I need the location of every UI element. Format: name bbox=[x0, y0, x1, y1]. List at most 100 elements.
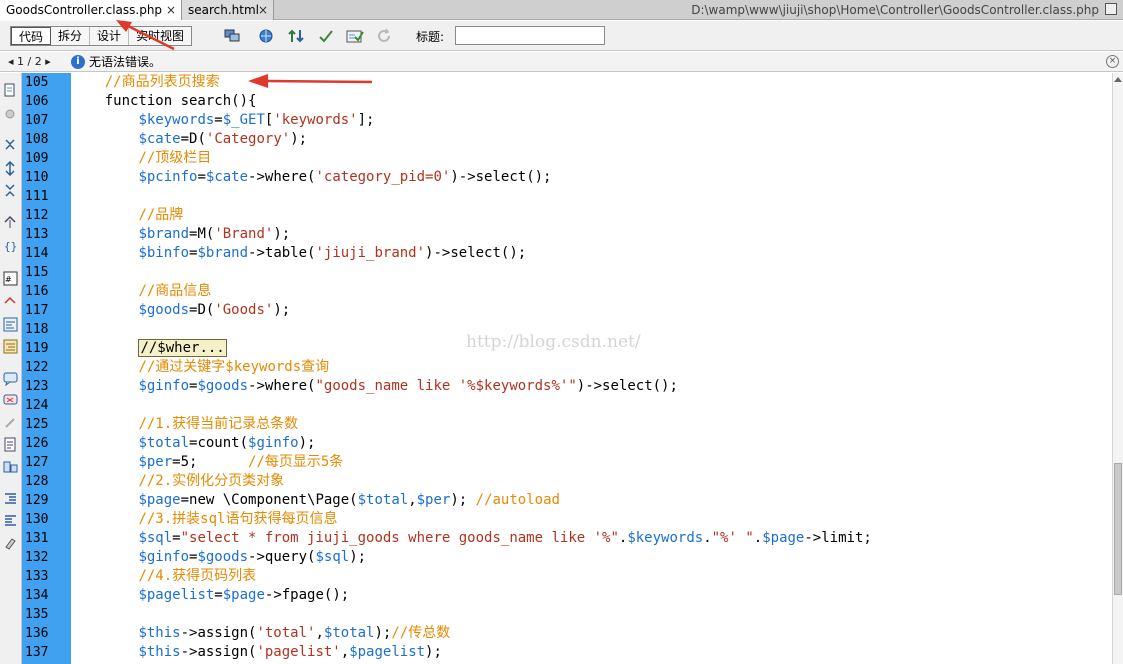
scrollbar-thumb[interactable] bbox=[1114, 463, 1122, 595]
code-line[interactable]: //通过关键字$keywords查询 bbox=[71, 358, 329, 377]
code-line[interactable]: //顶级栏目 bbox=[71, 149, 211, 168]
split-view-button[interactable]: 拆分 bbox=[51, 27, 91, 45]
code-line[interactable]: $brand=M('Brand'); bbox=[71, 225, 290, 244]
syntax-coloring-icon[interactable] bbox=[3, 317, 18, 332]
code-line[interactable]: $ginfo=$goods->where("goods_name like '%… bbox=[71, 377, 677, 396]
highlight-invalid-code-icon[interactable] bbox=[3, 295, 18, 310]
code-view-button[interactable]: 代码 bbox=[11, 27, 52, 45]
code-line[interactable]: $cate=D('Category'); bbox=[71, 130, 307, 149]
expand-all-icon[interactable] bbox=[3, 183, 18, 198]
move-css-icon[interactable] bbox=[3, 459, 18, 474]
multiscreen-icon[interactable] bbox=[224, 28, 242, 44]
restore-window-icon[interactable] bbox=[1105, 3, 1117, 15]
recent-snippets-icon[interactable] bbox=[3, 437, 18, 452]
line-number: 127 bbox=[25, 455, 49, 470]
code-line[interactable]: $per=5; //每页显示5条 bbox=[71, 453, 343, 472]
line-number: 126 bbox=[25, 436, 49, 451]
code-line[interactable]: $keywords=$_GET['keywords']; bbox=[71, 111, 374, 130]
wrap-tag-icon[interactable] bbox=[3, 415, 18, 430]
line-number: 137 bbox=[25, 645, 49, 660]
document-tab-bar: GoodsController.class.php × search.html … bbox=[0, 0, 1123, 20]
select-parent-tag-icon[interactable] bbox=[3, 215, 18, 230]
code-line[interactable]: $sql="select * from jiuji_goods where go… bbox=[71, 529, 871, 548]
line-number: 136 bbox=[25, 626, 49, 641]
open-documents-icon[interactable] bbox=[3, 83, 18, 98]
code-line[interactable]: //商品信息 bbox=[71, 282, 211, 301]
title-label: 标题: bbox=[416, 30, 445, 44]
scroll-up-arrow-icon[interactable] bbox=[1114, 77, 1122, 82]
code-line[interactable]: //$wher... bbox=[71, 339, 227, 358]
refresh-icon[interactable] bbox=[376, 28, 394, 44]
info-bar: ◂ 1 / 2 ▸ i 无语法错误。 × bbox=[0, 52, 1123, 72]
line-number: 131 bbox=[25, 531, 49, 546]
outdent-code-icon[interactable] bbox=[3, 513, 18, 528]
code-line[interactable]: $goods=D('Goods'); bbox=[71, 301, 290, 320]
collapse-full-tag-icon[interactable] bbox=[3, 137, 18, 152]
line-number: 125 bbox=[25, 417, 49, 432]
line-number: 118 bbox=[25, 322, 49, 337]
code-line[interactable]: $ginfo=$goods->query($sql); bbox=[71, 548, 366, 567]
code-line[interactable]: //2.实例化分页类对象 bbox=[71, 472, 284, 491]
vertical-scrollbar[interactable] bbox=[1112, 73, 1123, 664]
line-number: 113 bbox=[25, 227, 49, 242]
red-arrow-icon bbox=[116, 20, 175, 51]
svg-text:#: # bbox=[5, 275, 12, 284]
code-line[interactable]: //3.拼装sql语句获得每页信息 bbox=[71, 510, 337, 529]
indent-code-icon[interactable] bbox=[3, 491, 18, 506]
line-number: 105 bbox=[25, 75, 49, 90]
code-line[interactable]: function search(){ bbox=[71, 92, 257, 111]
line-number: 114 bbox=[25, 246, 49, 261]
check-page-icon[interactable] bbox=[346, 28, 364, 44]
line-number: 112 bbox=[25, 208, 49, 223]
line-number: 107 bbox=[25, 113, 49, 128]
line-number: 116 bbox=[25, 284, 49, 299]
code-editor[interactable]: //商品列表页搜索 function search(){ $keywords=$… bbox=[71, 73, 1112, 664]
tab-close-icon[interactable]: × bbox=[166, 0, 176, 20]
remove-comment-icon[interactable] bbox=[3, 393, 18, 408]
code-line[interactable]: //4.获得页码列表 bbox=[71, 567, 256, 586]
file-management-icon[interactable] bbox=[288, 28, 306, 44]
preview-browser-icon[interactable] bbox=[258, 28, 276, 44]
code-line[interactable]: //品牌 bbox=[71, 206, 183, 225]
validate-icon[interactable] bbox=[318, 28, 336, 44]
code-line[interactable]: //商品列表页搜索 bbox=[71, 73, 220, 92]
collapse-selection-icon[interactable] bbox=[3, 161, 18, 176]
auto-indent-icon[interactable] bbox=[3, 339, 18, 354]
line-number: 111 bbox=[25, 189, 49, 204]
title-input[interactable] bbox=[455, 26, 605, 45]
tab-search-html[interactable]: search.html × bbox=[182, 0, 274, 20]
apply-comment-icon[interactable] bbox=[3, 371, 18, 386]
close-info-bar-icon[interactable]: × bbox=[1106, 55, 1119, 68]
code-line[interactable]: $pagelist=$page->fpage(); bbox=[71, 586, 349, 605]
code-line[interactable]: $this->assign('total',$total);//传总数 bbox=[71, 624, 450, 643]
code-line[interactable]: $page=new \Component\Page($total,$per); … bbox=[71, 491, 560, 510]
show-code-navigator-icon[interactable] bbox=[3, 107, 18, 122]
line-number: 134 bbox=[25, 588, 49, 603]
code-line[interactable]: //1.获得当前记录总条数 bbox=[71, 415, 298, 434]
tab-label: GoodsController.class.php bbox=[6, 3, 163, 17]
format-source-code-icon[interactable] bbox=[3, 535, 18, 550]
balance-braces-icon[interactable]: {} bbox=[3, 238, 18, 253]
info-icon: i bbox=[71, 55, 85, 69]
file-path: D:\wamp\www\jiuji\shop\Home\Controller\G… bbox=[691, 3, 1099, 17]
line-numbers-icon[interactable]: # bbox=[3, 271, 18, 286]
line-number: 123 bbox=[25, 379, 49, 394]
code-line[interactable]: $binfo=$brand->table('jiuji_brand')->sel… bbox=[71, 244, 526, 263]
code-line[interactable]: $total=count($ginfo); bbox=[71, 434, 315, 453]
code-line[interactable]: $pcinfo=$cate->where('category_pid=0')->… bbox=[71, 168, 551, 187]
line-number-gutter: 105 106 107 108 109 110 111 112 113 114 115 116 117 1… bbox=[22, 73, 71, 664]
line-number: 117 bbox=[25, 303, 49, 318]
line-number: 124 bbox=[25, 398, 49, 413]
page-indicator[interactable]: ◂ 1 / 2 ▸ bbox=[8, 52, 51, 72]
svg-text:{}: {} bbox=[4, 240, 17, 253]
tab-close-icon[interactable]: × bbox=[258, 0, 268, 20]
line-number: 110 bbox=[25, 170, 49, 185]
line-number: 133 bbox=[25, 569, 49, 584]
line-number: 108 bbox=[25, 132, 49, 147]
line-number: 106 bbox=[25, 94, 49, 109]
line-number: 135 bbox=[25, 607, 49, 622]
code-line[interactable]: $this->assign('pagelist',$pagelist); bbox=[71, 643, 441, 662]
tab-goodscontroller[interactable]: GoodsController.class.php × bbox=[0, 0, 182, 20]
line-number: 119 bbox=[25, 341, 49, 356]
watermark-text: http://blog.csdn.net/ bbox=[466, 332, 641, 352]
